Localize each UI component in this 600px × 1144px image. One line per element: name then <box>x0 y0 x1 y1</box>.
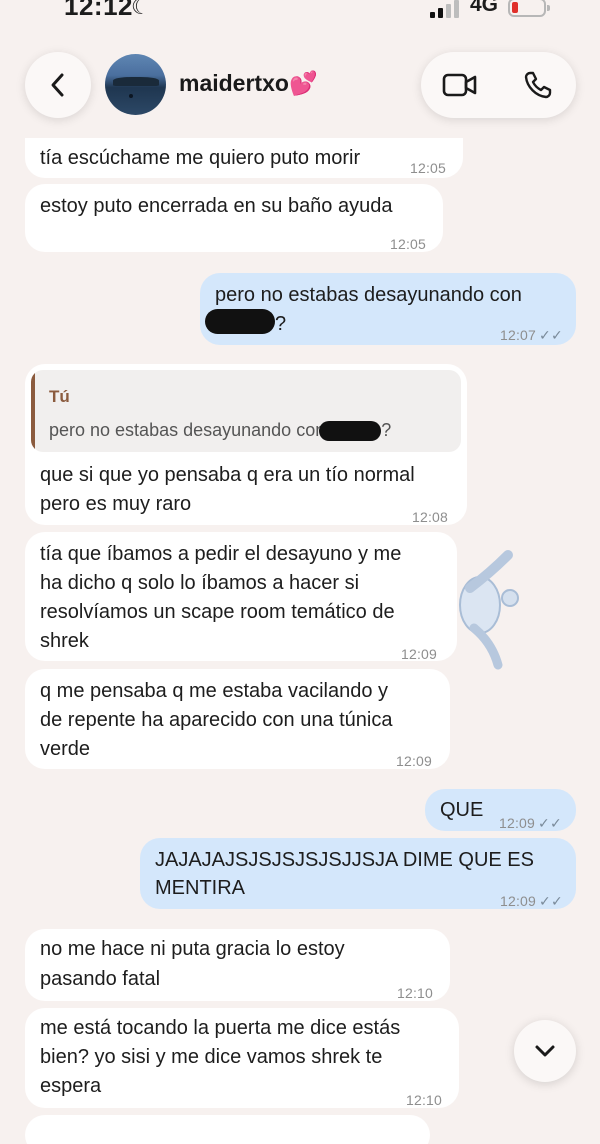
do-not-disturb-icon: ☾ <box>131 0 151 19</box>
message-bubble-incoming[interactable]: estoy puto encerrada en su baño ayuda 12… <box>25 184 443 252</box>
message-text: bien? yo sisi y me dice vamos shrek te <box>40 1046 383 1068</box>
read-checkmarks-icon: ✓✓ <box>539 893 563 909</box>
reply-accent-bar <box>31 370 35 452</box>
quoted-reply[interactable]: Tú pero no estabas desayunando con? <box>31 370 461 452</box>
message-bubble-incoming[interactable]: q me pensaba q me estaba vacilando y de … <box>25 669 450 769</box>
status-bar: 12:12 ☾ 4G <box>0 0 600 28</box>
contact-name-text: maidertxo <box>179 70 289 96</box>
message-bubble-incoming[interactable]: no me hace ni puta gracia lo estoy pasan… <box>25 929 450 1001</box>
message-bubble-incoming[interactable]: tía escúchame me quiero puto morir 12:05 <box>25 138 463 178</box>
message-time: 12:07 <box>500 327 537 343</box>
phone-icon <box>524 71 551 99</box>
message-time: 12:09 <box>499 815 536 831</box>
hearts-emoji: 💕 <box>288 70 318 96</box>
message-text: JAJAJAJSJSJSJSJSJJSJA DIME QUE ES <box>155 849 534 871</box>
status-time: 12:12 <box>64 0 133 21</box>
message-text: resolvíamos un scape room temático de <box>40 601 395 623</box>
back-button[interactable] <box>25 52 91 118</box>
read-checkmarks-icon: ✓✓ <box>539 327 563 343</box>
message-text: de repente ha aparecido con una túnica <box>40 709 393 731</box>
message-time: 12:09 <box>396 753 433 769</box>
message-time-status: 12:07 ✓✓ <box>500 321 563 350</box>
voice-call-button[interactable] <box>499 52 576 118</box>
message-text: ? <box>275 313 287 335</box>
read-checkmarks-icon: ✓✓ <box>538 815 562 831</box>
message-text: me está tocando la puerta me dice estás <box>40 1017 401 1039</box>
message-text: MENTIRA <box>155 877 245 899</box>
reply-author: Tú <box>49 387 70 406</box>
message-time: 12:10 <box>406 1092 443 1108</box>
message-time: 12:09 <box>401 646 438 662</box>
message-text: pero no estabas desayunando con <box>215 284 522 306</box>
message-time: 12:05 <box>390 236 427 252</box>
message-time: 12:08 <box>412 509 449 525</box>
message-time-status: 12:09 ✓✓ <box>499 809 562 838</box>
reply-text: pero no estabas desayunando con? <box>49 416 391 445</box>
avatar[interactable] <box>105 54 166 115</box>
video-call-button[interactable] <box>421 52 498 118</box>
reply-text-end: ? <box>381 420 392 440</box>
message-time: 12:09 <box>500 893 537 909</box>
message-bubble-outgoing[interactable]: pero no estabas desayunando con ? 12:07 ✓… <box>200 273 576 345</box>
message-text: no me hace ni puta gracia lo estoy <box>40 938 345 960</box>
redacted-name <box>319 421 382 442</box>
message-text: shrek <box>40 630 89 652</box>
message-bubble-outgoing[interactable]: QUE 12:09 ✓✓ <box>425 789 576 831</box>
call-actions <box>421 52 576 118</box>
contact-name[interactable]: maidertxo💕 <box>179 70 318 97</box>
message-text: QUE <box>440 799 484 821</box>
message-time: 12:05 <box>410 160 447 176</box>
video-camera-icon <box>442 73 476 97</box>
message-bubble-partial <box>25 1115 430 1144</box>
message-bubble-outgoing[interactable]: JAJAJAJSJSJSJSJSJJSJA DIME QUE ES MENTIR… <box>140 838 576 909</box>
chevron-down-icon <box>535 1045 555 1057</box>
turtle-sticker-icon <box>459 550 519 670</box>
chevron-left-icon <box>51 73 64 97</box>
message-bubble-incoming[interactable]: Tú pero no estabas desayunando con? que … <box>25 364 467 525</box>
message-time: 12:10 <box>397 985 434 1001</box>
signal-icon <box>430 0 462 18</box>
message-text: tía que íbamos a pedir el desayuno y me <box>40 543 402 565</box>
message-text: pasando fatal <box>40 968 161 990</box>
battery-icon <box>508 0 550 17</box>
message-time-status: 12:09 ✓✓ <box>500 887 563 916</box>
message-bubble-incoming[interactable]: tía que íbamos a pedir el desayuno y me … <box>25 532 457 662</box>
scroll-to-bottom-button[interactable] <box>514 1020 576 1082</box>
message-text: estoy puto encerrada en su baño ayuda <box>40 195 393 217</box>
message-text: verde <box>40 738 91 760</box>
message-text: ha dicho q solo lo íbamos a hacer si <box>40 572 360 594</box>
message-text: espera <box>40 1075 102 1097</box>
network-type: 4G <box>470 0 499 16</box>
message-text: q me pensaba q me estaba vacilando y <box>40 680 388 702</box>
message-text: pero es muy raro <box>40 493 192 515</box>
message-bubble-incoming[interactable]: me está tocando la puerta me dice estás … <box>25 1008 459 1108</box>
message-text: tía escúchame me quiero puto morir <box>40 147 361 169</box>
redacted-name <box>205 309 275 334</box>
message-text: que si que yo pensaba q era un tío norma… <box>40 464 415 486</box>
reply-text-content: pero no estabas desayunando con <box>49 420 326 440</box>
